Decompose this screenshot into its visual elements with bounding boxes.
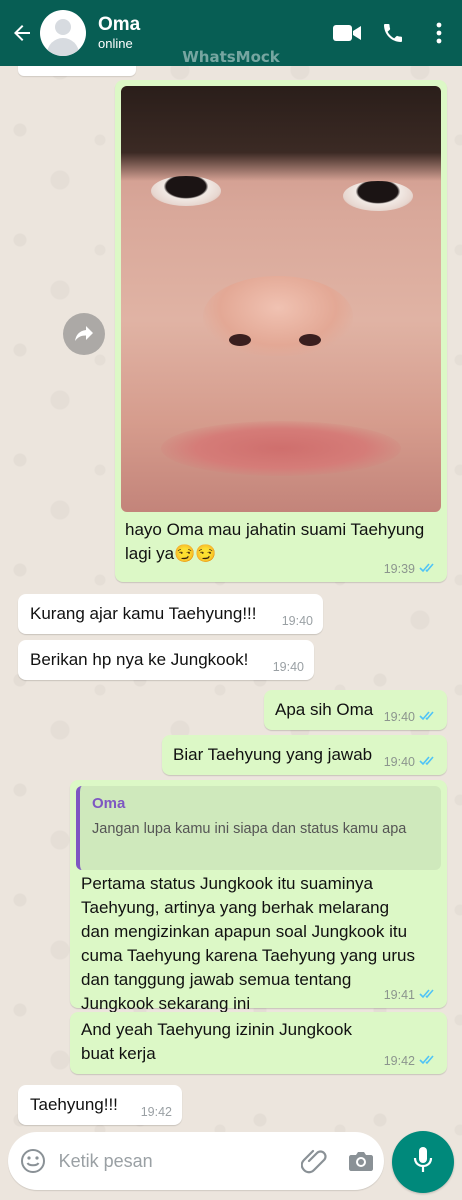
- camera-icon[interactable]: [337, 1150, 384, 1172]
- read-tick-icon: [419, 562, 437, 576]
- quote-author: Oma: [92, 795, 126, 812]
- watermark: WhatsMock: [182, 48, 280, 66]
- read-tick-icon: [419, 1054, 437, 1068]
- contact-info[interactable]: Oma online: [98, 14, 324, 52]
- message-time: 19:40: [383, 755, 415, 769]
- read-tick-icon: [419, 755, 437, 769]
- mic-icon: [413, 1146, 433, 1179]
- message-incoming[interactable]: Berikan hp nya ke Jungkook! 19:40: [18, 640, 314, 680]
- message-time: 19:42: [383, 1054, 415, 1068]
- read-tick-icon: [419, 710, 437, 724]
- message-meta: 19:40: [384, 755, 437, 769]
- message-text: Kurang ajar kamu Taehyung!!!: [30, 604, 257, 623]
- quoted-message[interactable]: Oma Jangan lupa kamu ini siapa dan statu…: [76, 786, 441, 870]
- message-time: 19:40: [281, 614, 313, 628]
- contact-name: Oma: [98, 14, 141, 35]
- message-time: 19:41: [383, 988, 415, 1002]
- message-time: 19:40: [383, 710, 415, 724]
- message-time: 19:39: [383, 562, 415, 576]
- read-tick-icon: [419, 988, 437, 1002]
- emoji-icon[interactable]: [8, 1148, 59, 1174]
- message-image-bubble[interactable]: hayo Oma mau jahatin suami Taehyung lagi…: [115, 80, 447, 582]
- message-time: 19:40: [272, 660, 304, 674]
- attach-icon[interactable]: [291, 1147, 338, 1175]
- message-text: Apa sih Oma: [275, 700, 374, 719]
- message-text: Berikan hp nya ke Jungkook!: [30, 650, 249, 669]
- message-outgoing[interactable]: Apa sih Oma 19:40: [264, 690, 447, 730]
- message-incoming[interactable]: Taehyung!!! 19:42: [18, 1085, 182, 1125]
- quote-text: Jangan lupa kamu ini siapa dan status ka…: [92, 821, 407, 837]
- message-meta: 19:42: [141, 1105, 172, 1119]
- message-text: Biar Taehyung yang jawab: [173, 745, 373, 764]
- message-meta: 19:39: [384, 562, 437, 576]
- message-meta: 19:42: [384, 1054, 437, 1068]
- message-photo[interactable]: [121, 86, 441, 512]
- message-input[interactable]: [58, 1150, 291, 1172]
- message-caption: hayo Oma mau jahatin suami Taehyung lagi…: [125, 520, 425, 563]
- message-incoming[interactable]: Kurang ajar kamu Taehyung!!! 19:40: [18, 594, 323, 634]
- forward-icon[interactable]: [63, 313, 105, 355]
- message-text: Pertama status Jungkook itu suaminya Tae…: [81, 874, 415, 1013]
- message-text: Taehyung!!!: [30, 1095, 118, 1114]
- message-reply-bubble[interactable]: Oma Jangan lupa kamu ini siapa dan statu…: [70, 780, 447, 1013]
- message-outgoing[interactable]: And yeah Taehyung izinin Jungkook buat k…: [70, 1012, 447, 1074]
- message-outgoing[interactable]: Biar Taehyung yang jawab 19:40: [162, 735, 447, 775]
- message-meta: 19:40: [384, 710, 437, 724]
- message-composer: [8, 1132, 384, 1190]
- message-text: And yeah Taehyung izinin Jungkook buat k…: [81, 1020, 352, 1063]
- message-meta: 19:40: [273, 660, 304, 674]
- mic-button[interactable]: [392, 1131, 454, 1193]
- message-meta: 19:41: [384, 988, 437, 1002]
- message-time: 19:42: [140, 1105, 172, 1119]
- message-meta: 19:40: [282, 614, 313, 628]
